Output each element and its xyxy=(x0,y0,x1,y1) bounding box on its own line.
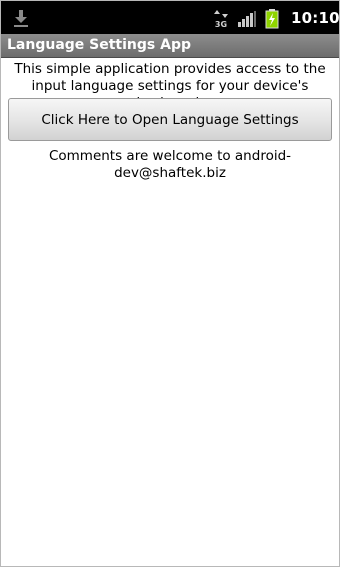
main-content: This simple application provides access … xyxy=(1,58,339,566)
comments-text: Comments are welcome to android-dev@shaf… xyxy=(48,148,292,181)
status-clock: 10:10 xyxy=(291,9,340,27)
status-bar: 3G 10:10 xyxy=(1,1,339,34)
signal-bars-icon xyxy=(238,11,256,27)
signal-type-icon: 3G xyxy=(214,10,228,29)
network-type-label: 3G xyxy=(215,20,227,28)
open-language-settings-label: Click Here to Open Language Settings xyxy=(41,111,299,128)
phone-screen: 3G 10:10 Language Settings App This simp… xyxy=(0,0,340,567)
app-title-bar: Language Settings App xyxy=(1,34,339,58)
app-title: Language Settings App xyxy=(7,37,191,53)
open-language-settings-button[interactable]: Click Here to Open Language Settings xyxy=(8,98,332,141)
battery-icon xyxy=(265,9,279,29)
download-icon xyxy=(14,10,28,27)
